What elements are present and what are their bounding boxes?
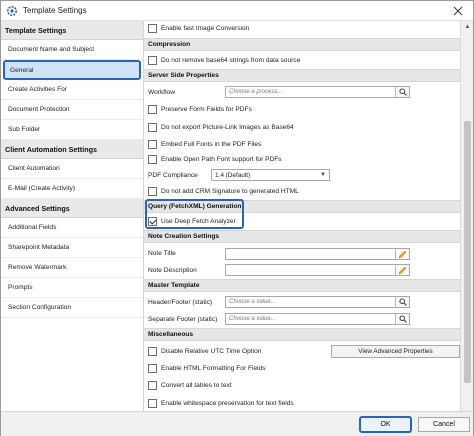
sidebar-section-client-automation: Client Automation Settings bbox=[1, 140, 143, 159]
workflow-placeholder: Choose a process... bbox=[229, 89, 283, 95]
note-description-label: Note Description bbox=[148, 266, 197, 274]
convert-tables-label: Convert all tables to text bbox=[161, 381, 232, 389]
header-footer-placeholder: Choose a value... bbox=[229, 299, 276, 305]
embed-fonts-option[interactable]: Embed Full Fonts in the PDF Files bbox=[148, 138, 261, 150]
settings-sidebar: Template Settings Document Name and Subj… bbox=[1, 21, 144, 411]
disable-utc-option[interactable]: Disable Relative UTC Time Option bbox=[148, 345, 261, 357]
convert-tables-option[interactable]: Convert all tables to text bbox=[148, 379, 232, 391]
whitespace-option[interactable]: Enable whitespace preservation for text … bbox=[148, 397, 294, 409]
header-footer-label: Header/Footer (static) bbox=[148, 298, 213, 306]
whitespace-checkbox[interactable] bbox=[148, 398, 157, 408]
section-compression: Compression bbox=[144, 38, 460, 51]
workflow-field[interactable]: Choose a process... bbox=[225, 86, 410, 98]
note-description-field[interactable] bbox=[225, 264, 410, 276]
pdf-compliance-value: 1.4 (Default) bbox=[215, 171, 251, 179]
app-gear-icon bbox=[6, 5, 18, 17]
separate-footer-field[interactable]: Choose a value... bbox=[225, 313, 410, 325]
open-path-font-option[interactable]: Enable Open Path Font support for PDFs bbox=[148, 153, 282, 165]
whitespace-label: Enable whitespace preservation for text … bbox=[161, 399, 294, 407]
note-title-field[interactable] bbox=[225, 248, 410, 260]
ok-button[interactable]: OK bbox=[359, 416, 412, 433]
title-bar: Template Settings bbox=[1, 1, 473, 21]
sidebar-section-template-settings: Template Settings bbox=[1, 21, 143, 40]
scroll-up-icon[interactable]: ▲ bbox=[461, 21, 474, 32]
query-highlight-box bbox=[145, 199, 244, 229]
separate-footer-label: Separate Footer (static) bbox=[148, 315, 218, 323]
no-crm-signature-option[interactable]: Do not add CRM Signature to generated HT… bbox=[148, 185, 299, 197]
preserve-form-fields-label: Preserve Form Fields for PDFs bbox=[161, 105, 252, 113]
fast-image-conversion-checkbox[interactable] bbox=[148, 23, 157, 33]
fast-image-conversion-option[interactable]: Enable fast Image Conversion bbox=[148, 22, 249, 34]
scrollbar-thumb[interactable] bbox=[464, 121, 471, 383]
no-remove-base64-checkbox[interactable] bbox=[148, 55, 157, 65]
section-server-side-properties: Server Side Properties bbox=[144, 69, 460, 82]
no-export-picture-link-label: Do not export Picture-Link Images as Bas… bbox=[161, 123, 294, 131]
search-icon[interactable] bbox=[395, 314, 409, 324]
convert-tables-checkbox[interactable] bbox=[148, 380, 157, 390]
section-miscellaneous: Miscellaneous bbox=[144, 328, 460, 341]
note-title-label: Note Title bbox=[148, 249, 176, 257]
separate-footer-placeholder: Choose a value... bbox=[229, 316, 276, 322]
vertical-scrollbar[interactable]: ▲ bbox=[460, 21, 473, 411]
sidebar-item-section-configuration[interactable]: Section Configuration bbox=[1, 298, 143, 318]
disable-utc-label: Disable Relative UTC Time Option bbox=[161, 347, 262, 355]
no-remove-base64-label: Do not remove base64 strings from data s… bbox=[161, 56, 301, 64]
preserve-form-fields-option[interactable]: Preserve Form Fields for PDFs bbox=[148, 103, 252, 115]
sidebar-item-document-name-subject[interactable]: Document Name and Subject bbox=[1, 40, 143, 60]
html-formatting-checkbox[interactable] bbox=[148, 363, 157, 373]
no-remove-base64-option[interactable]: Do not remove base64 strings from data s… bbox=[148, 54, 300, 66]
section-note-creation: Note Creation Settings bbox=[144, 230, 460, 243]
embed-fonts-checkbox[interactable] bbox=[148, 139, 157, 149]
pencil-icon[interactable] bbox=[395, 249, 409, 259]
sidebar-item-general[interactable]: General bbox=[3, 60, 141, 80]
sidebar-item-email-create-activity[interactable]: E-Mail (Create Activity) bbox=[1, 179, 143, 199]
view-advanced-properties-button[interactable]: View Advanced Properties bbox=[331, 345, 460, 358]
preserve-form-fields-checkbox[interactable] bbox=[148, 104, 157, 114]
workflow-label: Workflow bbox=[148, 88, 175, 96]
template-settings-window: Template Settings Template Settings Docu… bbox=[0, 0, 474, 436]
pdf-compliance-select[interactable]: 1.4 (Default) ▼ bbox=[211, 169, 330, 181]
cancel-button[interactable]: Cancel bbox=[418, 417, 470, 432]
fast-image-conversion-label: Enable fast Image Conversion bbox=[161, 24, 250, 32]
no-export-picture-link-checkbox[interactable] bbox=[148, 122, 157, 132]
html-formatting-label: Enable HTML Formatting For Fields bbox=[161, 364, 266, 372]
embed-fonts-label: Embed Full Fonts in the PDF Files bbox=[161, 140, 262, 148]
dialog-footer: OK Cancel bbox=[1, 411, 473, 436]
sidebar-item-prompts[interactable]: Prompts bbox=[1, 278, 143, 298]
sidebar-item-remove-watermark[interactable]: Remove Watermark bbox=[1, 258, 143, 278]
sidebar-item-create-activities[interactable]: Create Activities For bbox=[1, 80, 143, 100]
section-master-template: Master Template bbox=[144, 279, 460, 292]
sidebar-item-document-protection[interactable]: Document Protection bbox=[1, 100, 143, 120]
search-icon[interactable] bbox=[395, 87, 409, 97]
sidebar-item-sharepoint-metadata[interactable]: Sharepoint Metadata bbox=[1, 238, 143, 258]
sidebar-section-advanced-settings: Advanced Settings bbox=[1, 199, 143, 218]
chevron-down-icon: ▼ bbox=[320, 172, 326, 178]
general-settings-panel: Enable fast Image Conversion Compression… bbox=[144, 21, 460, 411]
window-title: Template Settings bbox=[23, 6, 87, 15]
sidebar-item-additional-fields[interactable]: Additional Fields bbox=[1, 218, 143, 238]
no-crm-signature-checkbox[interactable] bbox=[148, 186, 157, 196]
disable-utc-checkbox[interactable] bbox=[148, 346, 157, 356]
search-icon[interactable] bbox=[395, 297, 409, 307]
no-export-picture-link-option[interactable]: Do not export Picture-Link Images as Bas… bbox=[148, 121, 294, 133]
header-footer-field[interactable]: Choose a value... bbox=[225, 296, 410, 308]
sidebar-item-client-automation[interactable]: Client Automation bbox=[1, 159, 143, 179]
close-icon[interactable] bbox=[451, 4, 465, 18]
html-formatting-option[interactable]: Enable HTML Formatting For Fields bbox=[148, 362, 266, 374]
pencil-icon[interactable] bbox=[395, 265, 409, 275]
open-path-font-label: Enable Open Path Font support for PDFs bbox=[161, 155, 282, 163]
open-path-font-checkbox[interactable] bbox=[148, 154, 157, 164]
pdf-compliance-label: PDF Compliance bbox=[148, 171, 198, 179]
sidebar-item-sub-folder[interactable]: Sub Folder bbox=[1, 120, 143, 140]
no-crm-signature-label: Do not add CRM Signature to generated HT… bbox=[161, 187, 299, 195]
